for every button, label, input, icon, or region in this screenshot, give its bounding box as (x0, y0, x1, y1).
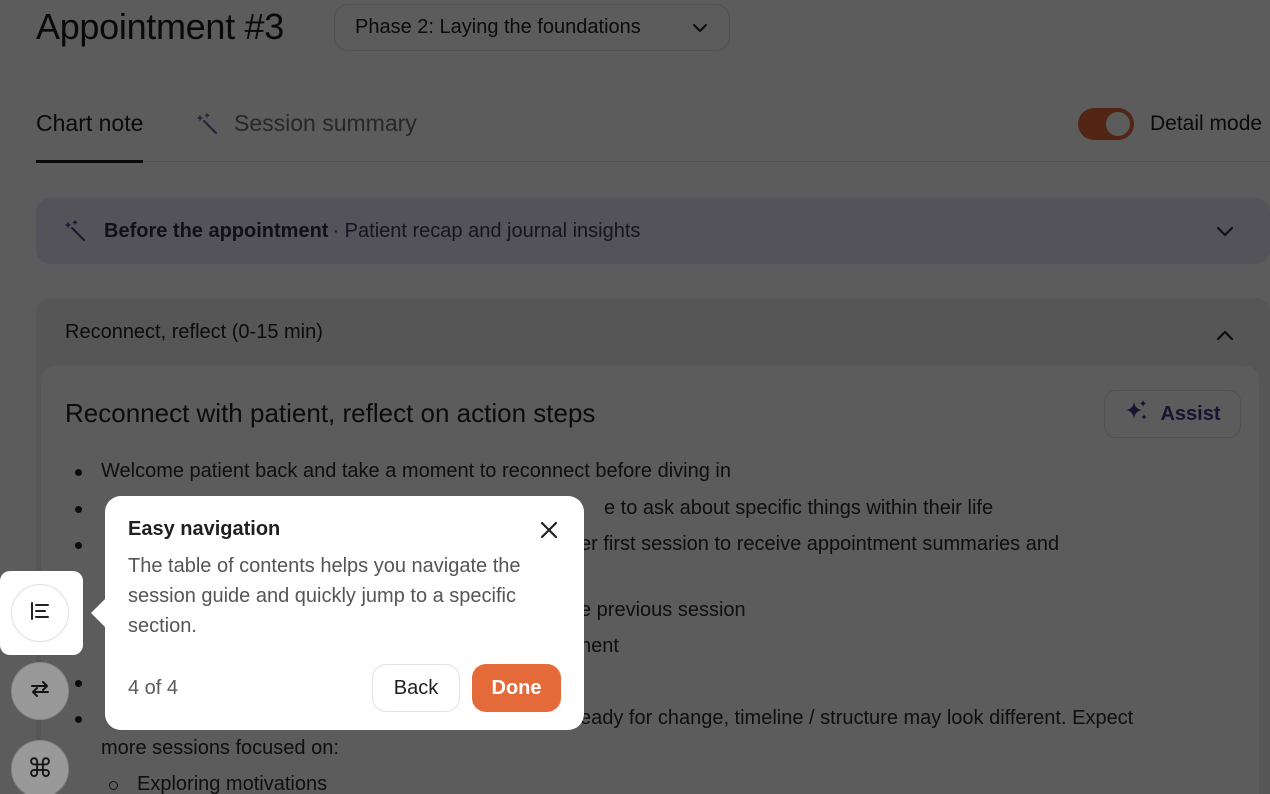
popover-arrow (91, 598, 106, 628)
popover-step-count: 4 of 4 (128, 677, 179, 699)
tour-popover: Easy navigation The table of contents he… (105, 496, 584, 730)
back-button[interactable]: Back (372, 664, 460, 712)
page: Appointment #3 Phase 2: Laying the found… (0, 0, 1270, 794)
table-of-contents-button[interactable] (11, 584, 69, 642)
popover-body: The table of contents helps you navigate… (128, 555, 521, 637)
popover-title: Easy navigation (128, 518, 281, 540)
table-of-contents-icon (28, 599, 52, 628)
close-icon[interactable] (537, 518, 561, 542)
done-button[interactable]: Done (472, 664, 561, 712)
